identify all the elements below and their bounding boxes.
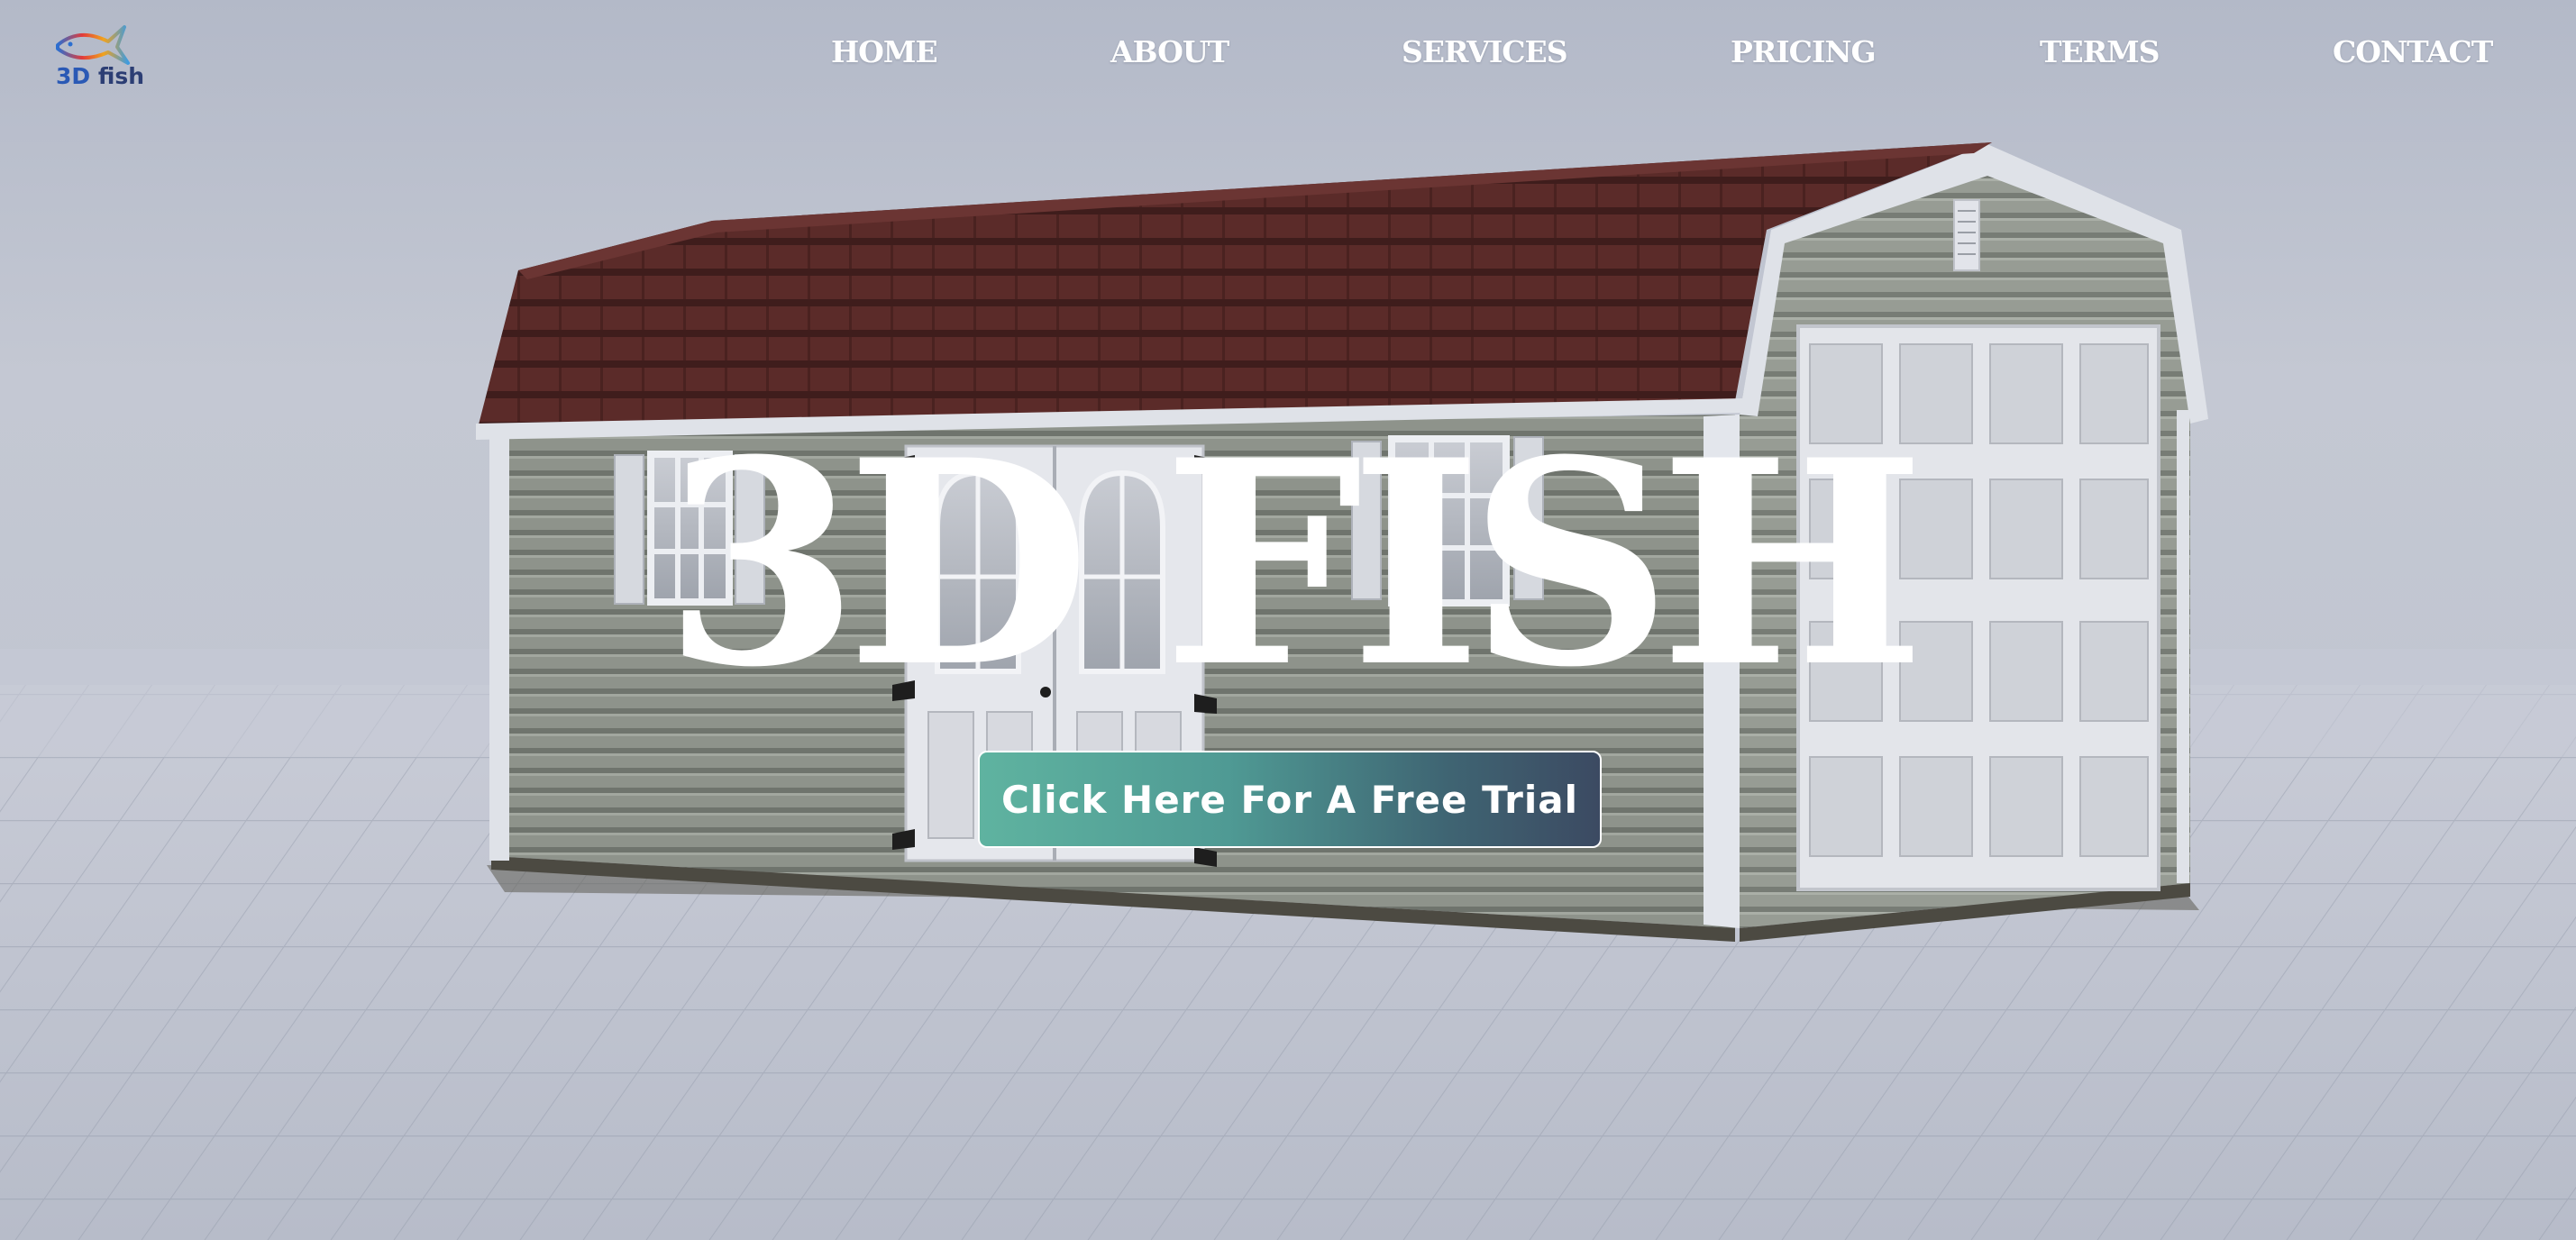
hero-title: 3D FISH [663,398,1925,729]
nav-item-terms[interactable]: TERMS [2040,34,2160,69]
top-navigation: 3D fish HOME ABOUT SERVICES PRICING TERM… [0,0,2576,113]
nav-item-contact[interactable]: CONTACT [2333,34,2493,69]
nav-item-about[interactable]: ABOUT [1110,34,1229,69]
nav-item-home[interactable]: HOME [831,34,938,69]
nav-item-pricing[interactable]: PRICING [1731,34,1877,69]
free-trial-button[interactable]: Click Here For A Free Trial [978,751,1602,848]
nav-item-services[interactable]: SERVICES [1402,34,1568,69]
nav-menu: HOME ABOUT SERVICES PRICING TERMS CONTAC… [0,34,2576,79]
